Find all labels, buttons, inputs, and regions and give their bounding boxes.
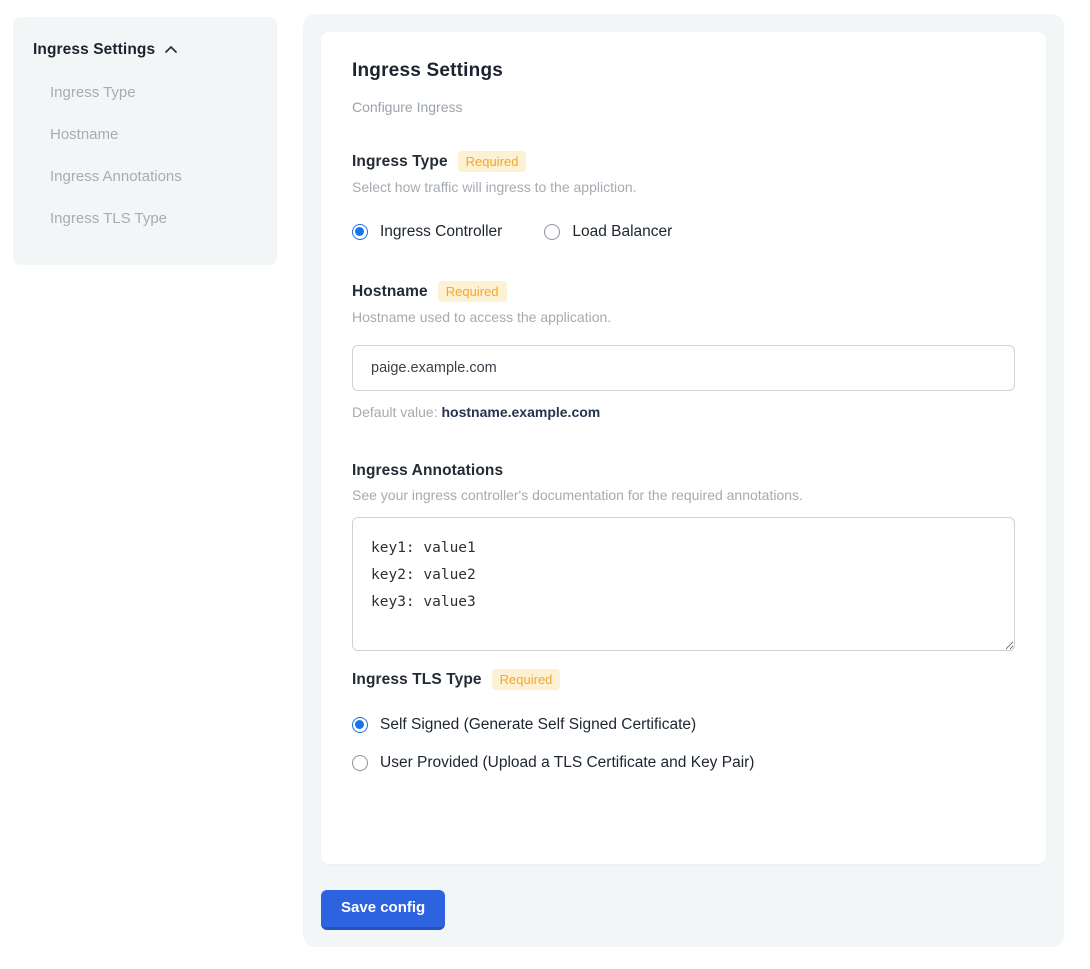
sidebar-item-ingress-annotations[interactable]: Ingress Annotations: [33, 155, 257, 197]
sidebar-item-ingress-tls-type[interactable]: Ingress TLS Type: [33, 197, 257, 239]
radio-self-signed[interactable]: Self Signed (Generate Self Signed Certif…: [352, 716, 1015, 734]
default-value-label: Default value:: [352, 404, 438, 420]
radio-button-icon: [544, 224, 560, 240]
required-badge: Required: [458, 151, 527, 172]
ingress-type-label: Ingress Type: [352, 153, 448, 171]
page-title: Ingress Settings: [352, 60, 1015, 82]
sidebar-item-list: Ingress Type Hostname Ingress Annotation…: [33, 71, 257, 239]
radio-label: Ingress Controller: [380, 223, 502, 241]
radio-ingress-controller[interactable]: Ingress Controller: [352, 223, 502, 241]
hostname-default-line: Default value: hostname.example.com: [352, 404, 1015, 420]
radio-label: Self Signed (Generate Self Signed Certif…: [380, 716, 696, 734]
radio-label: Load Balancer: [572, 223, 672, 241]
page-subtitle: Configure Ingress: [352, 99, 1015, 115]
sidebar-section-label: Ingress Settings: [33, 41, 155, 59]
ingress-annotations-description: See your ingress controller's documentat…: [352, 487, 1015, 503]
ingress-type-radio-group: Ingress Controller Load Balancer: [352, 223, 1015, 241]
section-hostname: Hostname Required Hostname used to acces…: [352, 281, 1015, 420]
save-config-button[interactable]: Save config: [321, 890, 445, 930]
sidebar-section-ingress-settings[interactable]: Ingress Settings: [33, 41, 257, 59]
ingress-settings-card: Ingress Settings Configure Ingress Ingre…: [321, 32, 1046, 864]
radio-user-provided[interactable]: User Provided (Upload a TLS Certificate …: [352, 754, 1015, 772]
section-ingress-type: Ingress Type Required Select how traffic…: [352, 151, 1015, 241]
section-ingress-annotations: Ingress Annotations See your ingress con…: [352, 462, 1015, 651]
radio-button-icon: [352, 224, 368, 240]
default-value: hostname.example.com: [442, 404, 601, 420]
tls-type-radio-group: Self Signed (Generate Self Signed Certif…: [352, 716, 1015, 772]
ingress-annotations-label: Ingress Annotations: [352, 462, 503, 480]
required-badge: Required: [438, 281, 507, 302]
radio-label: User Provided (Upload a TLS Certificate …: [380, 754, 754, 772]
chevron-up-icon: [163, 42, 179, 58]
settings-sidebar: Ingress Settings Ingress Type Hostname I…: [13, 17, 277, 265]
ingress-type-description: Select how traffic will ingress to the a…: [352, 179, 1015, 195]
radio-load-balancer[interactable]: Load Balancer: [544, 223, 672, 241]
ingress-tls-type-label: Ingress TLS Type: [352, 671, 482, 689]
radio-button-icon: [352, 755, 368, 771]
sidebar-item-hostname[interactable]: Hostname: [33, 113, 257, 155]
hostname-description: Hostname used to access the application.: [352, 309, 1015, 325]
sidebar-item-ingress-type[interactable]: Ingress Type: [33, 71, 257, 113]
hostname-input[interactable]: [352, 345, 1015, 391]
hostname-label: Hostname: [352, 283, 428, 301]
ingress-settings-panel: Ingress Settings Configure Ingress Ingre…: [303, 14, 1064, 947]
required-badge: Required: [492, 669, 561, 690]
ingress-annotations-textarea[interactable]: key1: value1 key2: value2 key3: value3: [352, 517, 1015, 651]
radio-button-icon: [352, 717, 368, 733]
section-ingress-tls-type: Ingress TLS Type Required Self Signed (G…: [352, 669, 1015, 772]
